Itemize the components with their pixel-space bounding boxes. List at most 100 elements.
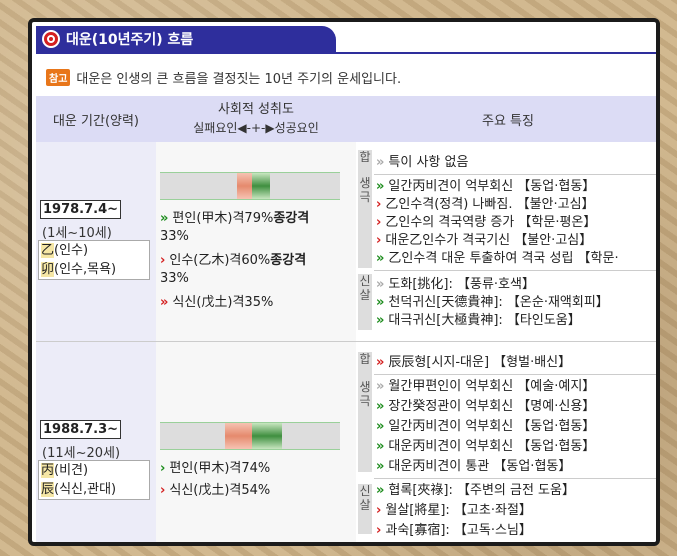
- table-row: 1978.7.4~ (1세~10세) 乙(인수) 卯(인수,목욕) » 편인(甲木…: [36, 142, 656, 342]
- pillar-desc: (인수,목욕): [54, 262, 117, 277]
- header-features: 주요 특징: [482, 113, 534, 129]
- chevron-red-icon: ›: [376, 197, 382, 212]
- period-date: 1978.7.4~: [40, 200, 122, 219]
- feature-item: » 도화[挑化]: 【풍류·호색】: [376, 277, 535, 292]
- feature-item: › 乙인수의 격국역량 증가 【학문·평온】: [376, 215, 597, 230]
- social-item: » 편인(甲木)격79%종강격 33%: [160, 211, 310, 244]
- bar-failure-segment: [224, 423, 252, 449]
- social-item: › 식신(戊土)격54%: [160, 483, 271, 498]
- social-cell: › 편인(甲木)격74% › 식신(戊土)격54%: [156, 342, 356, 542]
- chevron-red-icon: »: [376, 355, 385, 370]
- chevron-green-icon: »: [376, 179, 385, 194]
- feature-item: › 월살[將星]: 【고초·좌절】: [376, 503, 532, 518]
- chevron-green-icon: »: [376, 313, 385, 328]
- feature-item: » 대운丙비견이 통관 【동업·협동】: [376, 459, 572, 474]
- features-cell: 합 » 辰辰형[시지-대운] 【형벌·배신】 생극 » 월간甲편인이 억부회신 【예…: [356, 342, 656, 542]
- chevron-red-icon: »: [160, 295, 169, 310]
- section-divider: [374, 374, 656, 375]
- achievement-bar: [160, 172, 340, 200]
- bar-success-segment: [251, 423, 283, 449]
- section-divider: [374, 270, 656, 271]
- header-social: 사회적 성취도 실패요인◀-+-▶성공요인: [156, 96, 356, 142]
- feature-item: » 월간甲편인이 억부회신 【예술·예지】: [376, 379, 596, 394]
- chevron-gray-icon: »: [376, 379, 385, 394]
- section-header: 대운(10년주기) 흐름: [36, 26, 336, 52]
- period-cell: 1978.7.4~ (1세~10세) 乙(인수) 卯(인수,목욕): [36, 142, 156, 341]
- section-label: 생극: [358, 176, 372, 268]
- period-age: (11세~20세): [42, 446, 121, 461]
- chevron-red-icon: ›: [376, 523, 382, 538]
- pillar-line: 丙(비견): [41, 461, 149, 480]
- chevron-gray-icon: »: [376, 155, 385, 170]
- chevron-green-icon: »: [376, 295, 385, 310]
- feature-item: » 대극귀신[大極貴神]: 【타인도움】: [376, 313, 581, 328]
- bar-success-segment: [251, 173, 270, 199]
- feature-item: » 乙인수격 대운 투출하여 격국 성립 【학문·: [376, 251, 619, 266]
- pillar-char: 卯: [41, 262, 55, 277]
- feature-item: › 과숙[寡宿]: 【고독·스님】: [376, 523, 532, 538]
- pillar-char: 辰: [41, 482, 55, 497]
- feature-item: » 특이 사항 없음: [376, 155, 469, 170]
- pillar-desc: (인수): [54, 243, 89, 258]
- section-label: 신살: [358, 484, 372, 534]
- feature-item: › 乙인수격(정격) 나빠짐. 【불안·고심】: [376, 197, 595, 212]
- pillar-desc: (비견): [54, 463, 89, 478]
- chevron-green-icon: »: [376, 483, 385, 498]
- header-divider: [36, 52, 656, 54]
- note: 참고 대운은 인생의 큰 흐름을 결정짓는 10년 주기의 운세입니다.: [46, 68, 401, 87]
- pillar-line: 乙(인수): [41, 241, 149, 260]
- feature-item: » 대운丙비견이 억부회신 【동업·협동】: [376, 439, 596, 454]
- chevron-red-icon: ›: [376, 215, 382, 230]
- chevron-red-icon: ›: [376, 503, 382, 518]
- section-label: 신살: [358, 274, 372, 330]
- chevron-red-icon: ›: [376, 233, 382, 248]
- header-social-scale: 실패요인◀-+-▶성공요인: [193, 121, 319, 135]
- chevron-green-icon: »: [376, 459, 385, 474]
- chevron-green-icon: »: [376, 399, 385, 414]
- table-row: 1988.7.3~ (11세~20세) 丙(비견) 辰(식신,관대) › 편인(甲…: [36, 342, 656, 542]
- table-header: 대운 기간(양력) 사회적 성취도 실패요인◀-+-▶성공요인 주요 특징: [36, 96, 656, 142]
- chevron-green-icon: »: [160, 211, 169, 226]
- bar-failure-segment: [237, 173, 252, 199]
- feature-item: » 일간丙비견이 억부회신 【동업·협동】: [376, 179, 596, 194]
- chevron-green-icon: ›: [160, 461, 166, 476]
- feature-item: › 대운乙인수가 격국기신 【불안·고심】: [376, 233, 593, 248]
- note-text: 대운은 인생의 큰 흐름을 결정짓는 10년 주기의 운세입니다.: [76, 72, 402, 87]
- social-cell: » 편인(甲木)격79%종강격 33% › 인수(乙木)격60%종강격 33% » 식신(…: [156, 142, 356, 341]
- features-cell: 합 » 특이 사항 없음 생극 » 일간丙비견이 억부회신 【동업·협동】 › 乙인수…: [356, 142, 656, 341]
- header-social-title: 사회적 성취도: [218, 102, 294, 117]
- content-panel: 대운(10년주기) 흐름 참고 대운은 인생의 큰 흐름을 결정짓는 10년 주…: [28, 18, 660, 546]
- feature-item: » 협록[夾祿]: 【주변의 금전 도움】: [376, 483, 575, 498]
- target-icon: [42, 30, 60, 48]
- feature-item: » 천덕귀신[天德貴神]: 【온순·재액회피】: [376, 295, 609, 310]
- chevron-red-icon: ›: [160, 253, 166, 268]
- achievement-bar: [160, 422, 340, 450]
- pillar-box: 丙(비견) 辰(식신,관대): [38, 460, 150, 500]
- pillar-desc: (식신,관대): [54, 482, 117, 497]
- pillar-char: 丙: [41, 463, 55, 478]
- section-divider: [374, 174, 656, 175]
- chevron-green-icon: »: [376, 419, 385, 434]
- section-label: 생극: [358, 380, 372, 472]
- period-age: (1세~10세): [42, 226, 112, 241]
- period-cell: 1988.7.3~ (11세~20세) 丙(비견) 辰(식신,관대): [36, 342, 156, 542]
- header-period: 대운 기간(양력): [52, 113, 140, 129]
- social-item: » 식신(戊土)격35%: [160, 295, 274, 310]
- section-divider: [374, 478, 656, 479]
- feature-item: » 辰辰형[시지-대운] 【형벌·배신】: [376, 355, 572, 370]
- chevron-green-icon: »: [376, 439, 385, 454]
- note-badge: 참고: [46, 69, 71, 86]
- social-item: › 편인(甲木)격74%: [160, 461, 271, 476]
- social-item: › 인수(乙木)격60%종강격 33%: [160, 253, 307, 286]
- pillar-line: 卯(인수,목욕): [41, 260, 149, 279]
- section-label: 합: [358, 352, 372, 382]
- chevron-green-icon: »: [376, 251, 385, 266]
- daewoon-table: 대운 기간(양력) 사회적 성취도 실패요인◀-+-▶성공요인 주요 특징 19…: [36, 96, 656, 542]
- chevron-gray-icon: »: [376, 277, 385, 292]
- pillar-box: 乙(인수) 卯(인수,목욕): [38, 240, 150, 280]
- pillar-char: 乙: [41, 243, 55, 258]
- feature-item: » 장간癸정관이 억부회신 【명예·신용】: [376, 399, 596, 414]
- feature-item: » 일간丙비견이 억부회신 【동업·협동】: [376, 419, 596, 434]
- pillar-line: 辰(식신,관대): [41, 480, 149, 499]
- chevron-red-icon: ›: [160, 483, 166, 498]
